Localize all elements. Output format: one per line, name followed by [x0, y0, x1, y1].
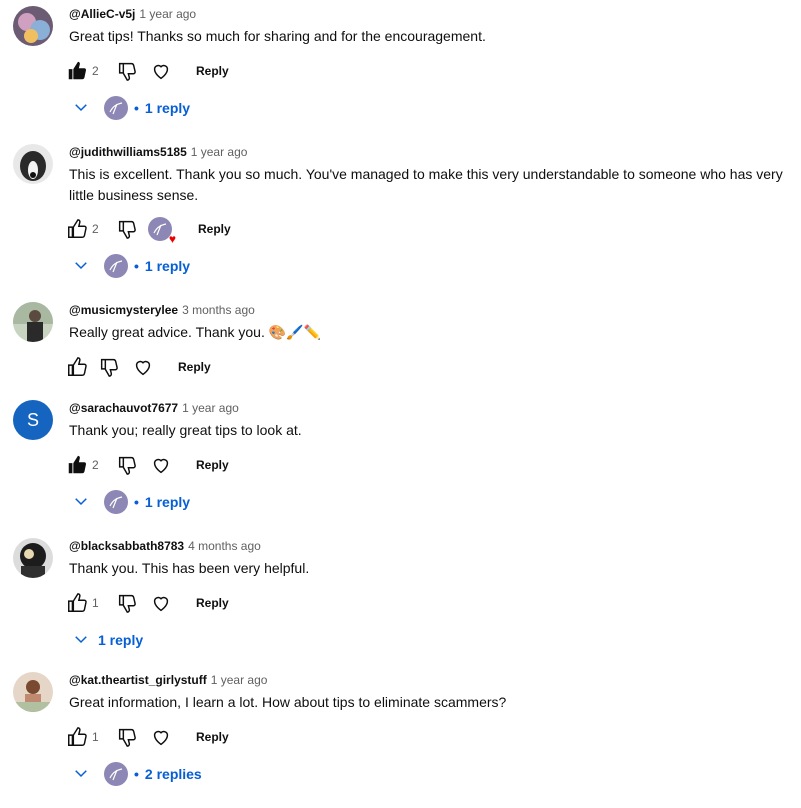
author-handle[interactable]: @judithwilliams5185 — [69, 145, 187, 159]
author-handle[interactable]: @AllieC-v5j — [69, 7, 135, 21]
comment-text: Thank you. This has been very helpful. — [69, 560, 310, 576]
like-count: 1 — [92, 596, 99, 610]
comment-time[interactable]: 1 year ago — [191, 145, 248, 159]
like-count: 1 — [92, 730, 99, 744]
reply-button[interactable]: Reply — [196, 730, 229, 744]
heart-icon[interactable] — [150, 726, 172, 748]
comment-actions: Reply — [66, 355, 211, 379]
thumbs-up-icon[interactable] — [66, 218, 88, 240]
comment-text: Great information, I learn a lot. How ab… — [69, 694, 507, 710]
avatar-letter: S — [26, 409, 39, 430]
comment-actions: 1 Reply — [66, 591, 229, 615]
like-count: 2 — [92, 64, 99, 78]
comment-time[interactable]: 3 months ago — [182, 303, 255, 317]
avatar[interactable] — [13, 672, 53, 712]
view-replies-button[interactable]: • 1 reply — [72, 254, 190, 278]
thumbs-down-icon[interactable] — [116, 218, 138, 240]
thumbs-up-filled-icon[interactable] — [66, 454, 88, 476]
comment-time[interactable]: 4 months ago — [188, 539, 261, 553]
view-replies-button[interactable]: 1 reply — [72, 628, 143, 652]
reply-button[interactable]: Reply — [198, 222, 231, 236]
author-handle[interactable]: @musicmysterylee — [69, 303, 178, 317]
avatar[interactable] — [13, 144, 53, 184]
avatar[interactable] — [13, 302, 53, 342]
thumbs-down-icon[interactable] — [98, 356, 120, 378]
like-count: 2 — [92, 458, 99, 472]
replies-label: 1 reply — [144, 100, 191, 116]
chevron-down-icon — [72, 764, 90, 785]
avatar[interactable] — [13, 6, 53, 46]
thumbs-up-icon[interactable] — [66, 592, 88, 614]
thumbs-down-icon[interactable] — [116, 454, 138, 476]
replies-label: 2 replies — [144, 766, 202, 782]
chevron-down-icon — [72, 492, 90, 513]
comment-meta: @musicmysterylee 3 months ago — [69, 302, 255, 318]
creator-avatar — [104, 96, 128, 120]
creator-avatar — [104, 254, 128, 278]
comment-text: Great tips! Thanks so much for sharing a… — [69, 28, 486, 44]
thumbs-up-filled-icon[interactable] — [66, 60, 88, 82]
comment-meta: @AllieC-v5j 1 year ago — [69, 6, 196, 22]
comment-meta: @blacksabbath8783 4 months ago — [69, 538, 261, 554]
heart-icon[interactable] — [150, 592, 172, 614]
thumbs-up-icon[interactable] — [66, 356, 88, 378]
comment-actions: 2 Reply — [66, 59, 229, 83]
comment-text: Thank you; really great tips to look at. — [69, 422, 302, 438]
separator-dot: • — [134, 100, 139, 116]
comment-meta: @sarachauvot7677 1 year ago — [69, 400, 239, 416]
creator-avatar — [104, 762, 128, 786]
reply-button[interactable]: Reply — [196, 458, 229, 472]
comment-text: This is excellent. Thank you so much. Yo… — [69, 166, 783, 203]
reply-button[interactable]: Reply — [196, 64, 229, 78]
avatar[interactable]: S — [13, 400, 53, 440]
thumbs-down-icon[interactable] — [116, 726, 138, 748]
author-handle[interactable]: @sarachauvot7677 — [69, 401, 178, 415]
author-handle[interactable]: @kat.theartist_girlystuff — [69, 673, 207, 687]
thumbs-up-icon[interactable] — [66, 726, 88, 748]
separator-dot: • — [134, 766, 139, 782]
comment-time[interactable]: 1 year ago — [211, 673, 268, 687]
comment-time[interactable]: 1 year ago — [139, 7, 196, 21]
comment-meta: @judithwilliams5185 1 year ago — [69, 144, 247, 160]
comment-text: Really great advice. Thank you. 🎨🖌️✏️ — [69, 324, 322, 340]
like-count: 2 — [92, 222, 99, 236]
thumbs-down-icon[interactable] — [116, 60, 138, 82]
heart-icon[interactable] — [132, 356, 154, 378]
heart-icon[interactable] — [150, 454, 172, 476]
heart-icon[interactable] — [150, 60, 172, 82]
reply-button[interactable]: Reply — [178, 360, 211, 374]
comment-actions: 2 ♥ Reply — [66, 217, 231, 245]
view-replies-button[interactable]: • 2 replies — [72, 762, 202, 786]
view-replies-button[interactable]: • 1 reply — [72, 96, 190, 120]
chevron-down-icon — [72, 98, 90, 119]
chevron-down-icon — [72, 630, 90, 651]
comment-meta: @kat.theartist_girlystuff 1 year ago — [69, 672, 267, 688]
separator-dot: • — [134, 494, 139, 510]
reply-button[interactable]: Reply — [196, 596, 229, 610]
comment-actions: 1 Reply — [66, 725, 229, 749]
author-handle[interactable]: @blacksabbath8783 — [69, 539, 184, 553]
chevron-down-icon — [72, 256, 90, 277]
avatar[interactable] — [13, 538, 53, 578]
thumbs-down-icon[interactable] — [116, 592, 138, 614]
replies-label: 1 reply — [98, 632, 144, 648]
replies-label: 1 reply — [144, 258, 191, 274]
separator-dot: • — [134, 258, 139, 274]
creator-avatar — [104, 490, 128, 514]
replies-label: 1 reply — [144, 494, 191, 510]
creator-heart-icon: ♥ — [148, 217, 176, 245]
heart-icon: ♥ — [168, 232, 176, 246]
comment-time[interactable]: 1 year ago — [182, 401, 239, 415]
comment-actions: 2 Reply — [66, 453, 229, 477]
view-replies-button[interactable]: • 1 reply — [72, 490, 190, 514]
